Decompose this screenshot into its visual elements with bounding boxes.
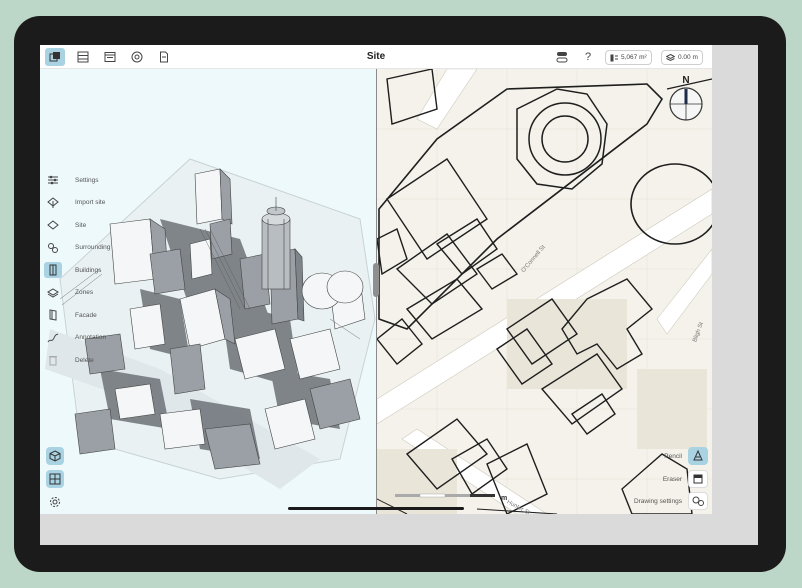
home-indicator[interactable] [288,507,464,510]
model-3d-view[interactable]: Settings Import site Site Surrounding Bu… [40,69,376,514]
site-plan-map [377,69,712,514]
sidebar-item-zones[interactable]: Zones [44,282,134,305]
window-button[interactable] [100,48,120,66]
annotation-pen-icon [44,330,62,346]
scale-bar-graphic [395,493,495,498]
table-icon [77,51,89,63]
sidebar-item-label: Facade [75,311,97,319]
site-diamond-icon [44,217,62,233]
sliders-icon [44,172,62,188]
split-drag-handle[interactable] [373,263,379,297]
toggle-button[interactable] [552,48,572,66]
stack-icon [666,53,675,61]
zones-icon [44,285,62,301]
sidebar-item-surrounding[interactable]: Surrounding [44,237,134,260]
toggle-icon [556,52,568,63]
sidebar-item-site[interactable]: Site [44,214,134,237]
plan-view-button[interactable] [46,470,64,488]
map-2d-view[interactable]: O'Connell St Hunter St Bligh St m [377,69,712,514]
document-button[interactable] [154,48,174,66]
3d-view-button[interactable] [46,447,64,465]
table-button[interactable] [73,48,93,66]
sidebar-item-facade[interactable]: Facade [44,304,134,327]
layers-view-icon [49,52,60,62]
sidebar-item-annotation[interactable]: Annotation [44,327,134,350]
sidebar-item-delete[interactable]: Delete [44,349,134,372]
settings-gear-button[interactable] [46,493,64,511]
eraser-tool[interactable]: Eraser [663,470,708,488]
left-sidebar: Settings Import site Site Surrounding Bu… [44,169,134,372]
north-label: N [682,75,690,86]
area-icon [610,54,618,61]
buildings-icon [44,262,62,279]
window-icon [104,52,116,62]
gear-icon [50,497,60,507]
tablet-screen: Site ? 5,067 m² 0.00 m Settings Import s… [40,45,758,545]
clock-button[interactable] [127,48,147,66]
sidebar-item-label: Buildings [75,266,102,274]
sidebar-item-settings[interactable]: Settings [44,169,134,192]
document-icon [160,51,168,63]
sidebar-item-label: Settings [75,176,99,184]
facade-icon [44,307,62,323]
import-site-icon [44,195,62,211]
sidebar-item-buildings[interactable]: Buildings [44,259,134,282]
drawing-settings-tool[interactable]: Drawing settings [634,492,708,510]
drawing-settings-label: Drawing settings [633,497,682,505]
help-button[interactable]: ? [578,48,598,66]
pencil-label: Pencil [664,452,682,460]
sidebar-item-label: Site [75,221,87,229]
pencil-tool[interactable]: Pencil [664,447,708,465]
surrounding-icon [44,240,62,256]
top-toolbar: Site ? 5,067 m² 0.00 m [40,45,712,69]
compass-needle-icon [669,87,703,121]
sidebar-item-label: Surrounding [75,244,111,252]
eraser-label: Eraser [662,475,682,483]
sidebar-item-label: Delete [75,356,94,364]
sidebar-item-label: Annotation [75,334,107,342]
gears-icon [688,492,708,510]
pencil-icon [688,447,708,465]
sidebar-item-label: Zones [75,289,94,297]
elevation-value: 0.00 m [678,54,698,61]
eraser-icon [688,470,708,488]
layers-view-button[interactable] [45,48,65,66]
scale-unit-label: m [501,495,508,502]
plan-grid-icon [49,473,61,485]
3d-cube-icon [49,450,61,462]
elevation-readout[interactable]: 0.00 m [661,50,703,65]
sidebar-item-label: Import site [75,199,106,207]
area-readout[interactable]: 5,067 m² [605,50,652,65]
north-compass[interactable]: N [668,75,704,127]
area-value: 5,067 m² [621,54,647,61]
sidebar-item-import-site[interactable]: Import site [44,192,134,215]
app-window: Site ? 5,067 m² 0.00 m Settings Import s… [40,45,712,514]
clock-icon [131,51,143,63]
trash-icon [44,352,62,368]
